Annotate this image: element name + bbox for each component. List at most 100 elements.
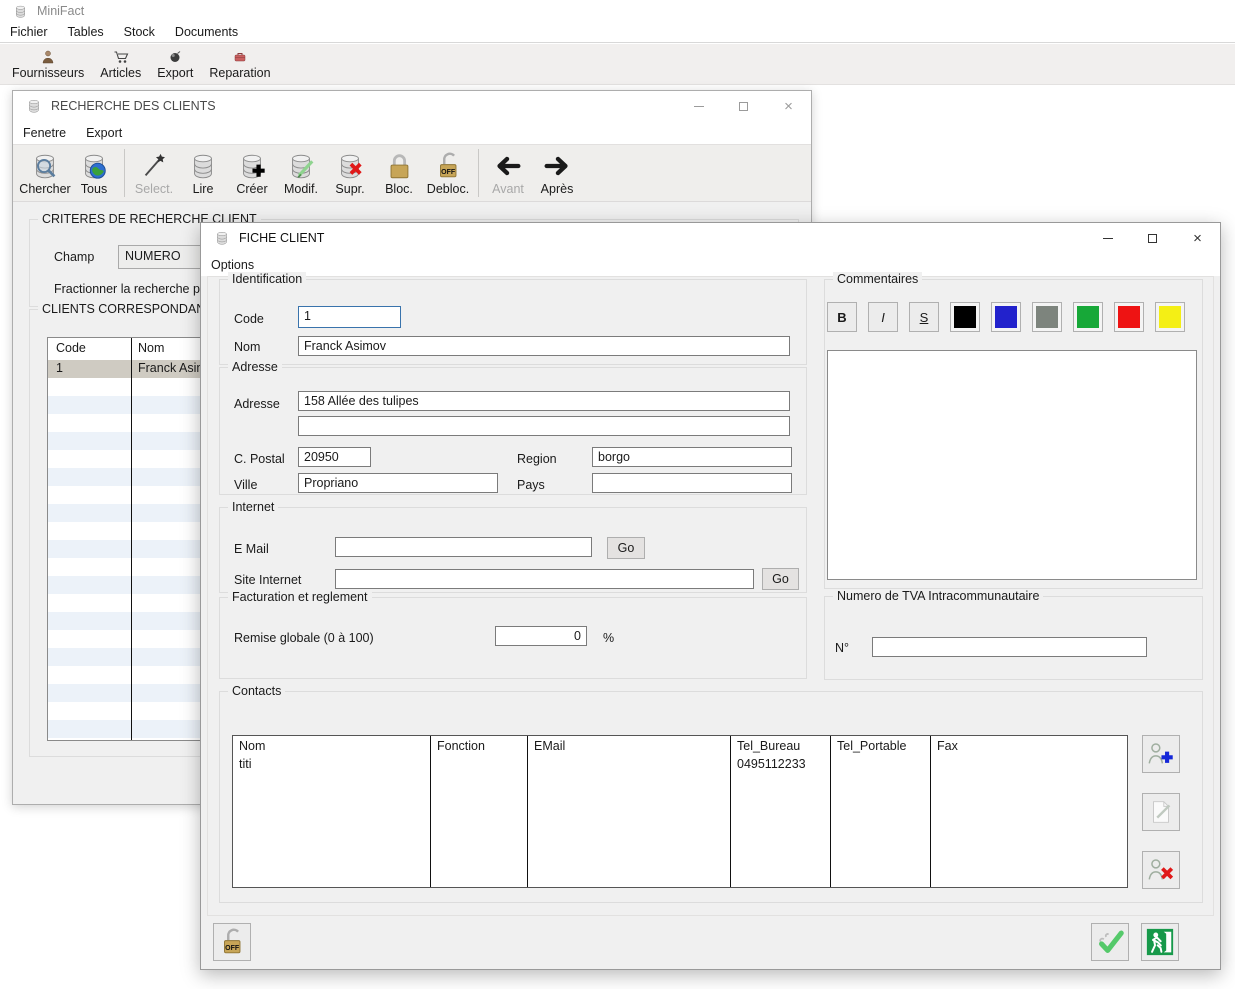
site-input[interactable] (335, 569, 754, 589)
comment-format-bar: B I S (827, 302, 1185, 332)
minimize-button[interactable] (676, 91, 721, 121)
cpostal-input[interactable]: 20950 (298, 447, 371, 467)
contacts-column-header[interactable]: Tel_Bureau (731, 736, 830, 756)
lire-button[interactable]: Lire (179, 151, 227, 196)
column-header[interactable]: Nom (138, 341, 164, 355)
color-swatch-button[interactable] (950, 302, 980, 332)
internet-group: Internet E Mail Go Site Internet Go (219, 507, 807, 593)
menu-options[interactable]: Options (201, 256, 264, 274)
creer-button[interactable]: Créer (228, 151, 276, 196)
menu-fichier[interactable]: Fichier (0, 23, 58, 41)
fiche-menubar: Options (201, 253, 1220, 276)
contacts-cell[interactable]: 0495112233 (731, 756, 830, 772)
color-swatch-button[interactable] (1032, 302, 1062, 332)
contacts-column-header[interactable]: Nom (233, 736, 430, 756)
color-swatch-button[interactable] (1073, 302, 1103, 332)
italic-button[interactable]: I (868, 302, 898, 332)
contacts-column-header[interactable]: Fonction (431, 736, 527, 756)
bloc-button[interactable]: Bloc. (375, 151, 423, 196)
nom-input[interactable]: Franck Asimov (298, 336, 790, 356)
email-go-button[interactable]: Go (607, 537, 645, 559)
fiche-titlebar[interactable]: FICHE CLIENT × (201, 223, 1220, 253)
debloc-button[interactable]: OFF Debloc. (424, 151, 472, 196)
contacts-cell[interactable] (431, 756, 527, 758)
contacts-column[interactable]: Tel_Bureau0495112233 (731, 736, 831, 887)
adresse-line1-input[interactable]: 158 Allée des tulipes (298, 391, 790, 411)
region-label: Region (517, 452, 557, 466)
check-icon (1095, 927, 1125, 957)
maximize-button[interactable] (721, 91, 766, 121)
supr-button[interactable]: Supr. (326, 151, 374, 196)
percent-label: % (603, 631, 614, 645)
region-input[interactable]: borgo (592, 447, 792, 467)
modif-button[interactable]: Modif. (277, 151, 325, 196)
contacts-column[interactable]: Nomtiti (233, 736, 431, 887)
lock-closed-icon (384, 151, 414, 181)
database-icon (13, 4, 28, 19)
menu-tables[interactable]: Tables (58, 23, 114, 41)
add-contact-button[interactable] (1142, 735, 1180, 773)
tva-n-label: N° (835, 641, 849, 655)
contacts-cell[interactable] (831, 756, 930, 758)
wand-icon (139, 151, 169, 181)
contacts-cell[interactable] (931, 756, 1127, 758)
site-label: Site Internet (234, 573, 301, 587)
reparation-button[interactable]: Reparation (201, 47, 278, 82)
color-swatch-button[interactable] (1155, 302, 1185, 332)
minimize-button[interactable] (1085, 223, 1130, 253)
tva-input[interactable] (872, 637, 1147, 657)
contacts-column-header[interactable]: Fax (931, 736, 1127, 756)
comment-textarea[interactable] (827, 350, 1197, 580)
export-button[interactable]: Export (149, 47, 201, 82)
pays-input[interactable] (592, 473, 792, 493)
close-button[interactable]: × (1175, 223, 1220, 253)
adresse-line2-input[interactable] (298, 416, 790, 436)
site-go-button[interactable]: Go (762, 568, 799, 590)
email-input[interactable] (335, 537, 592, 557)
menu-export[interactable]: Export (76, 124, 132, 142)
contacts-column-header[interactable]: EMail (528, 736, 730, 756)
code-input[interactable]: 1 (298, 306, 401, 328)
contacts-group: Contacts NomtitiFonctionEMailTel_Bureau0… (219, 691, 1203, 903)
maximize-button[interactable] (1130, 223, 1175, 253)
contacts-column[interactable]: Fonction (431, 736, 528, 887)
desktop: MiniFact Fichier Tables Stock Documents … (0, 0, 1235, 989)
contacts-column[interactable]: Tel_Portable (831, 736, 931, 887)
contacts-column[interactable]: Fax (931, 736, 1127, 887)
ville-label: Ville (234, 478, 257, 492)
close-button[interactable]: × (766, 91, 811, 121)
menu-fenetre[interactable]: Fenetre (13, 124, 76, 142)
search-titlebar[interactable]: RECHERCHE DES CLIENTS × (13, 91, 811, 121)
lock-open-off-icon: OFF (433, 151, 463, 181)
bold-button[interactable]: B (827, 302, 857, 332)
contacts-cell[interactable]: titi (233, 756, 430, 772)
app-toolbar: Fournisseurs Articles Export Reparation (0, 44, 1235, 85)
menu-stock[interactable]: Stock (114, 23, 165, 41)
color-swatch (954, 306, 976, 328)
underline-button[interactable]: S (909, 302, 939, 332)
contacts-column-header[interactable]: Tel_Portable (831, 736, 930, 756)
fournisseurs-button[interactable]: Fournisseurs (4, 47, 92, 82)
database-icon (26, 98, 42, 114)
db-globe-icon (79, 151, 109, 181)
color-swatch-button[interactable] (1114, 302, 1144, 332)
chercher-button[interactable]: Chercher (21, 151, 69, 196)
validate-button[interactable] (1091, 923, 1129, 961)
color-swatch (1036, 306, 1058, 328)
delete-contact-button[interactable] (1142, 851, 1180, 889)
column-header[interactable]: Code (56, 341, 86, 355)
tous-button[interactable]: Tous (70, 151, 118, 196)
commentaires-group: Commentaires B I S (824, 279, 1203, 589)
articles-button[interactable]: Articles (92, 47, 149, 82)
color-swatch-button[interactable] (991, 302, 1021, 332)
exit-button[interactable] (1141, 923, 1179, 961)
contacts-table[interactable]: NomtitiFonctionEMailTel_Bureau0495112233… (232, 735, 1128, 888)
menu-documents[interactable]: Documents (165, 23, 248, 41)
remise-input[interactable]: 0 (495, 626, 587, 646)
apres-button[interactable]: Après (533, 151, 581, 196)
contacts-cell[interactable] (528, 756, 730, 758)
nom-label: Nom (234, 340, 260, 354)
unlock-record-button[interactable]: OFF (213, 923, 251, 961)
contacts-column[interactable]: EMail (528, 736, 731, 887)
ville-input[interactable]: Propriano (298, 473, 498, 493)
